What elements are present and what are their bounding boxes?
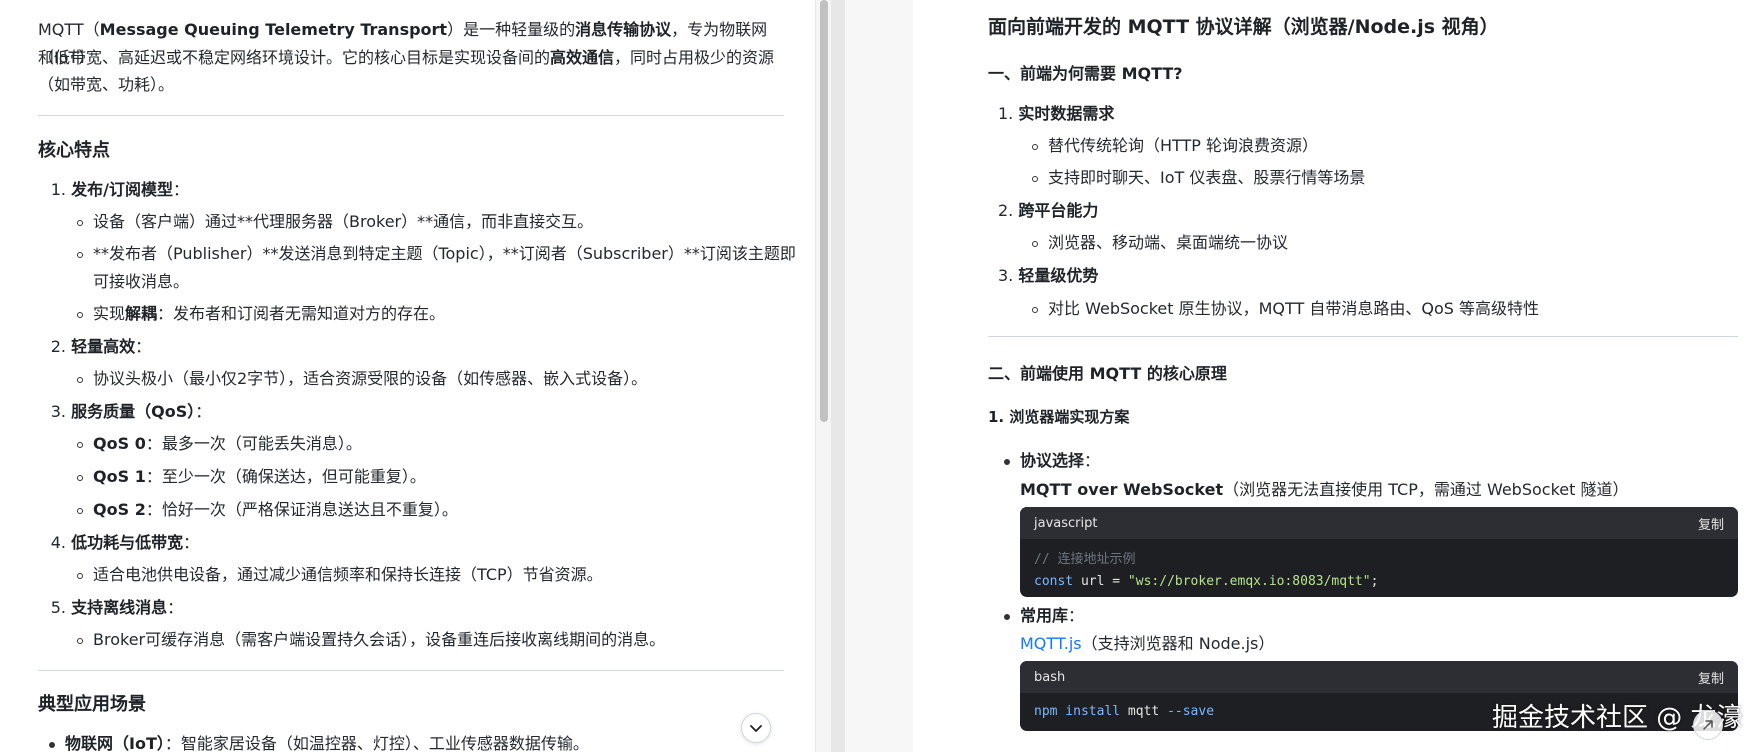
list-item: 浏览器、移动端、桌面端统一协议 xyxy=(1031,229,1288,257)
scroll-down-button[interactable] xyxy=(741,713,771,743)
code-comment: // 连接地址示例 xyxy=(1034,552,1136,567)
protocol-description: MQTT over WebSocket（浏览器无法直接使用 TCP，需通过 We… xyxy=(1020,480,1629,499)
scrollbar-thumb[interactable] xyxy=(820,0,828,422)
divider-line xyxy=(38,670,784,671)
list-item: 物联网（IoT）：智能家居设备（如温控器、灯控）、工业传感器数据传输。 xyxy=(49,730,589,752)
list-item: 设备（客户端）通过**代理服务器（Broker）**通信，而非直接交互。 xyxy=(76,208,593,236)
left-scrollbar[interactable] xyxy=(815,0,831,752)
page-title: 面向前端开发的 MQTT 协议详解（浏览器/Node.js 视角） xyxy=(988,16,1499,38)
list-item: 4. 低功耗与低带宽： xyxy=(50,533,200,552)
list-item: 5. 支持离线消息： xyxy=(50,598,184,617)
list-item: 3. 服务质量（QoS）： xyxy=(50,402,212,421)
library-description: MQTT.js（支持浏览器和 Node.js） xyxy=(1020,634,1275,653)
left-pane: MQTT（Message Queuing Telemetry Transport… xyxy=(0,0,815,752)
divider-line xyxy=(38,115,784,116)
list-item: **发布者（Publisher）**发送消息到特定主题（Topic），**订阅者… xyxy=(77,240,796,268)
code-line: const url = "ws://broker.emqx.io:8083/mq… xyxy=(1034,574,1379,589)
list-item: 适合电池供电设备，通过减少通信频率和保持长连接（TCP）节省资源。 xyxy=(77,561,603,589)
divider-line xyxy=(988,336,1738,337)
list-item: QoS 1：至少一次（确保送达，但可能重复）。 xyxy=(77,463,426,491)
arrow-icon xyxy=(1703,720,1713,730)
code-content: // 连接地址示例 const url = "ws://broker.emqx.… xyxy=(1020,539,1738,597)
subsection-heading: 1. 浏览器端实现方案 xyxy=(988,408,1130,426)
section-heading: 一、前端为何需要 MQTT? xyxy=(988,64,1183,83)
list-item: 支持即时聊天、IoT 仪表盘、股票行情等场景 xyxy=(1031,164,1365,192)
list-item-continued: 可接收消息。 xyxy=(93,272,190,291)
list-item: 协议头极小（最小仅2字节），适合资源受限的设备（如传感器、嵌入式设备）。 xyxy=(76,365,647,393)
code-header: bash 复制 xyxy=(1020,661,1738,693)
intro-line-3: （如带宽、功耗）。 xyxy=(38,75,175,94)
list-item: Broker可缓存消息（需客户端设置持久会话），设备重连后接收离线期间的消息。 xyxy=(76,626,665,654)
list-item: 2. 跨平台能力 xyxy=(998,201,1099,220)
list-item: 替代传统轮询（HTTP 轮询浪费资源） xyxy=(1031,132,1318,160)
heading-scenarios: 典型应用场景 xyxy=(38,694,146,715)
list-item: QoS 2：恰好一次（严格保证消息送达且不重复）。 xyxy=(77,496,458,524)
list-item: 协议选择： xyxy=(1003,447,1100,475)
copy-button[interactable]: 复制 xyxy=(1698,514,1724,533)
corner-button[interactable] xyxy=(1693,710,1723,740)
intro-line-2: 和低带宽、高延迟或不稳定网络环境设计。它的核心目标是实现设备间的高效通信，同时占… xyxy=(38,48,775,67)
mqttjs-link[interactable]: MQTT.js xyxy=(1020,634,1082,653)
code-language: javascript xyxy=(1034,515,1098,531)
list-item: 实现解耦：发布者和订阅者无需知道对方的存在。 xyxy=(76,300,445,328)
chevron-down-icon xyxy=(750,725,762,732)
pane-divider[interactable] xyxy=(831,0,845,752)
copy-button[interactable]: 复制 xyxy=(1698,668,1724,687)
list-item: 1. 发布/订阅模型： xyxy=(50,180,189,199)
list-item: 对比 WebSocket 原生协议，MQTT 自带消息路由、QoS 等高级特性 xyxy=(1032,295,1539,323)
list-item: 3. 轻量级优势 xyxy=(998,266,1099,285)
gutter xyxy=(845,0,913,752)
code-header: javascript 复制 xyxy=(1020,507,1738,539)
list-item: QoS 0：最多一次（可能丢失消息）。 xyxy=(77,430,362,458)
code-block-javascript: javascript 复制 // 连接地址示例 const url = "ws:… xyxy=(1020,507,1738,597)
right-pane: 面向前端开发的 MQTT 协议详解（浏览器/Node.js 视角） 一、前端为何… xyxy=(913,0,1750,752)
code-language: bash xyxy=(1034,669,1066,685)
list-item: 2. 轻量高效： xyxy=(50,337,152,356)
list-item: 常用库： xyxy=(1003,602,1084,630)
section-heading: 二、前端使用 MQTT 的核心原理 xyxy=(988,364,1227,383)
heading-core-features: 核心特点 xyxy=(38,140,110,161)
list-item: 1. 实时数据需求 xyxy=(998,104,1115,123)
